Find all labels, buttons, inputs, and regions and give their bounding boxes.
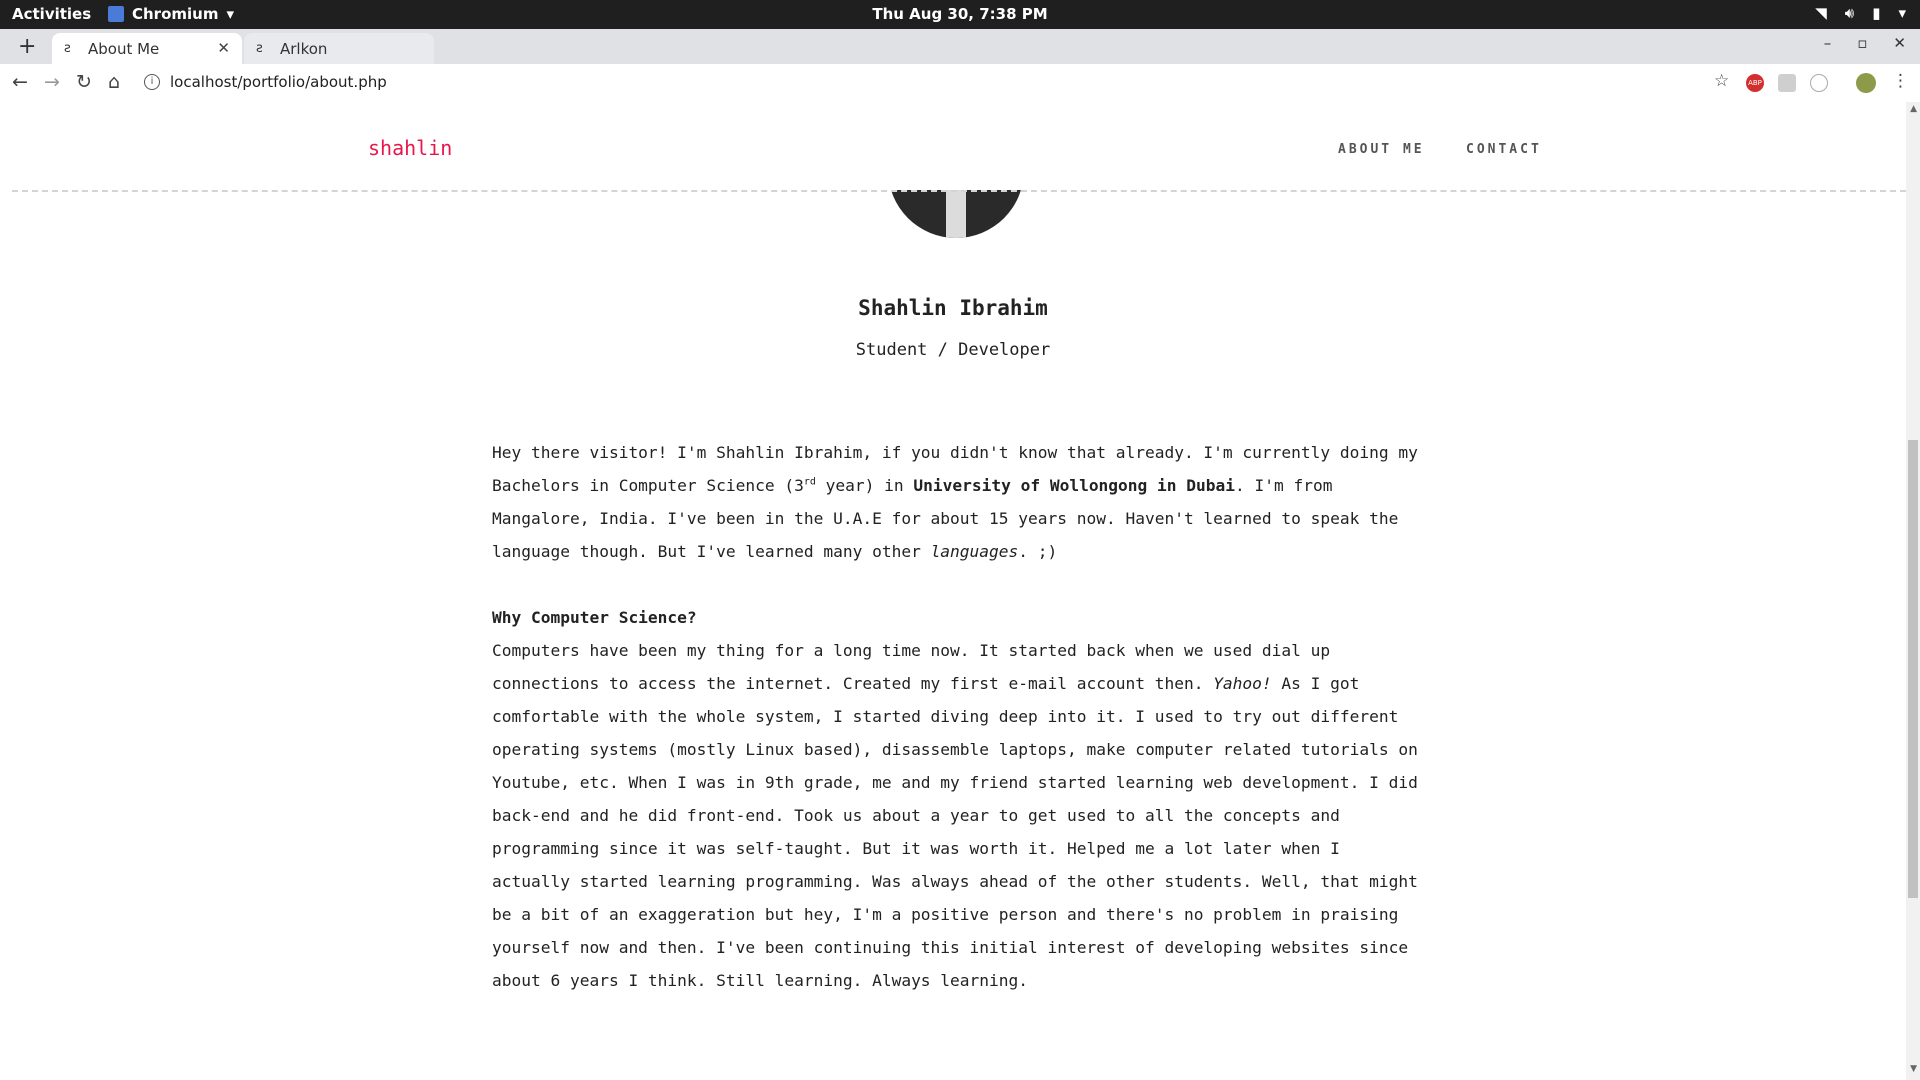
close-window-icon[interactable]: ✕ bbox=[1893, 34, 1906, 52]
why-cs-heading: Why Computer Science? bbox=[492, 608, 697, 627]
scroll-down-icon[interactable]: ▼ bbox=[1910, 1064, 1917, 1074]
info-icon[interactable]: i bbox=[144, 74, 160, 90]
why-cs-paragraph: Computers have been my thing for a long … bbox=[492, 641, 1418, 990]
site-brand-link[interactable]: shahlin bbox=[368, 136, 452, 160]
page-viewport: shahlin ABOUT ME CONTACT Shahlin Ibrahim… bbox=[0, 102, 1906, 1080]
cast-icon[interactable] bbox=[1778, 74, 1796, 92]
tab-strip: + ƨ About Me ✕ ƨ Arlkon bbox=[0, 29, 1920, 64]
profile-avatar[interactable] bbox=[1856, 73, 1876, 93]
scroll-up-icon[interactable]: ▲ bbox=[1910, 104, 1917, 114]
browser-toolbar: ← → ↻ ⌂ i localhost/portfolio/about.php … bbox=[0, 64, 1920, 103]
about-content: Hey there visitor! I'm Shahlin Ibrahim, … bbox=[492, 436, 1422, 1030]
volume-icon[interactable]: 🔊︎ bbox=[1845, 4, 1854, 22]
star-icon[interactable]: ☆ bbox=[1714, 71, 1729, 91]
home-icon[interactable]: ⌂ bbox=[108, 71, 120, 93]
site-header: shahlin ABOUT ME CONTACT bbox=[0, 102, 1906, 192]
clock[interactable]: Thu Aug 30, 7:38 PM bbox=[0, 5, 1920, 23]
tab-label: About Me bbox=[88, 39, 160, 58]
adblock-icon[interactable]: ABP bbox=[1746, 74, 1764, 92]
system-top-bar: Activities Chromium ▾ Thu Aug 30, 7:38 P… bbox=[0, 0, 1920, 29]
minimize-icon[interactable]: – bbox=[1824, 34, 1832, 52]
menu-kebab-icon[interactable]: ⋮ bbox=[1892, 71, 1909, 91]
profile-role: Student / Developer bbox=[855, 340, 1051, 360]
tab-favicon-icon: ƨ bbox=[64, 41, 71, 56]
wifi-icon[interactable]: ◥ bbox=[1815, 4, 1827, 22]
tab-favicon-icon: ƨ bbox=[256, 41, 263, 56]
tab-arlkon[interactable]: ƨ Arlkon bbox=[244, 33, 434, 64]
reload-icon[interactable]: ↻ bbox=[76, 71, 92, 93]
profile-name: Shahlin Ibrahim bbox=[858, 296, 1048, 320]
back-arrow-icon[interactable]: ← bbox=[12, 71, 28, 93]
window-controls: – ▫ ✕ bbox=[1824, 34, 1906, 52]
tab-close-icon[interactable]: ✕ bbox=[217, 39, 230, 57]
url-text[interactable]: localhost/portfolio/about.php bbox=[170, 73, 387, 91]
scrollbar-thumb[interactable] bbox=[1908, 440, 1918, 898]
page-scrollbar[interactable]: ▲ ▼ bbox=[1906, 102, 1920, 1080]
intro-paragraph: Hey there visitor! I'm Shahlin Ibrahim, … bbox=[492, 443, 1418, 561]
new-tab-button[interactable]: + bbox=[18, 34, 36, 59]
maximize-icon[interactable]: ▫ bbox=[1857, 34, 1867, 52]
tab-about-me[interactable]: ƨ About Me ✕ bbox=[52, 33, 242, 64]
forward-arrow-icon[interactable]: → bbox=[44, 71, 60, 93]
address-bar[interactable]: i localhost/portfolio/about.php bbox=[144, 73, 387, 91]
system-tray[interactable]: ◥ 🔊︎ ▮ ▾ bbox=[1815, 4, 1906, 22]
header-divider bbox=[12, 190, 1906, 192]
nav-about-me[interactable]: ABOUT ME bbox=[1338, 142, 1425, 157]
ghost-icon[interactable] bbox=[1810, 74, 1828, 92]
tray-caret-icon[interactable]: ▾ bbox=[1898, 4, 1906, 22]
nav-contact[interactable]: CONTACT bbox=[1466, 142, 1542, 157]
tab-label: Arlkon bbox=[280, 39, 328, 58]
battery-icon[interactable]: ▮ bbox=[1872, 4, 1880, 22]
